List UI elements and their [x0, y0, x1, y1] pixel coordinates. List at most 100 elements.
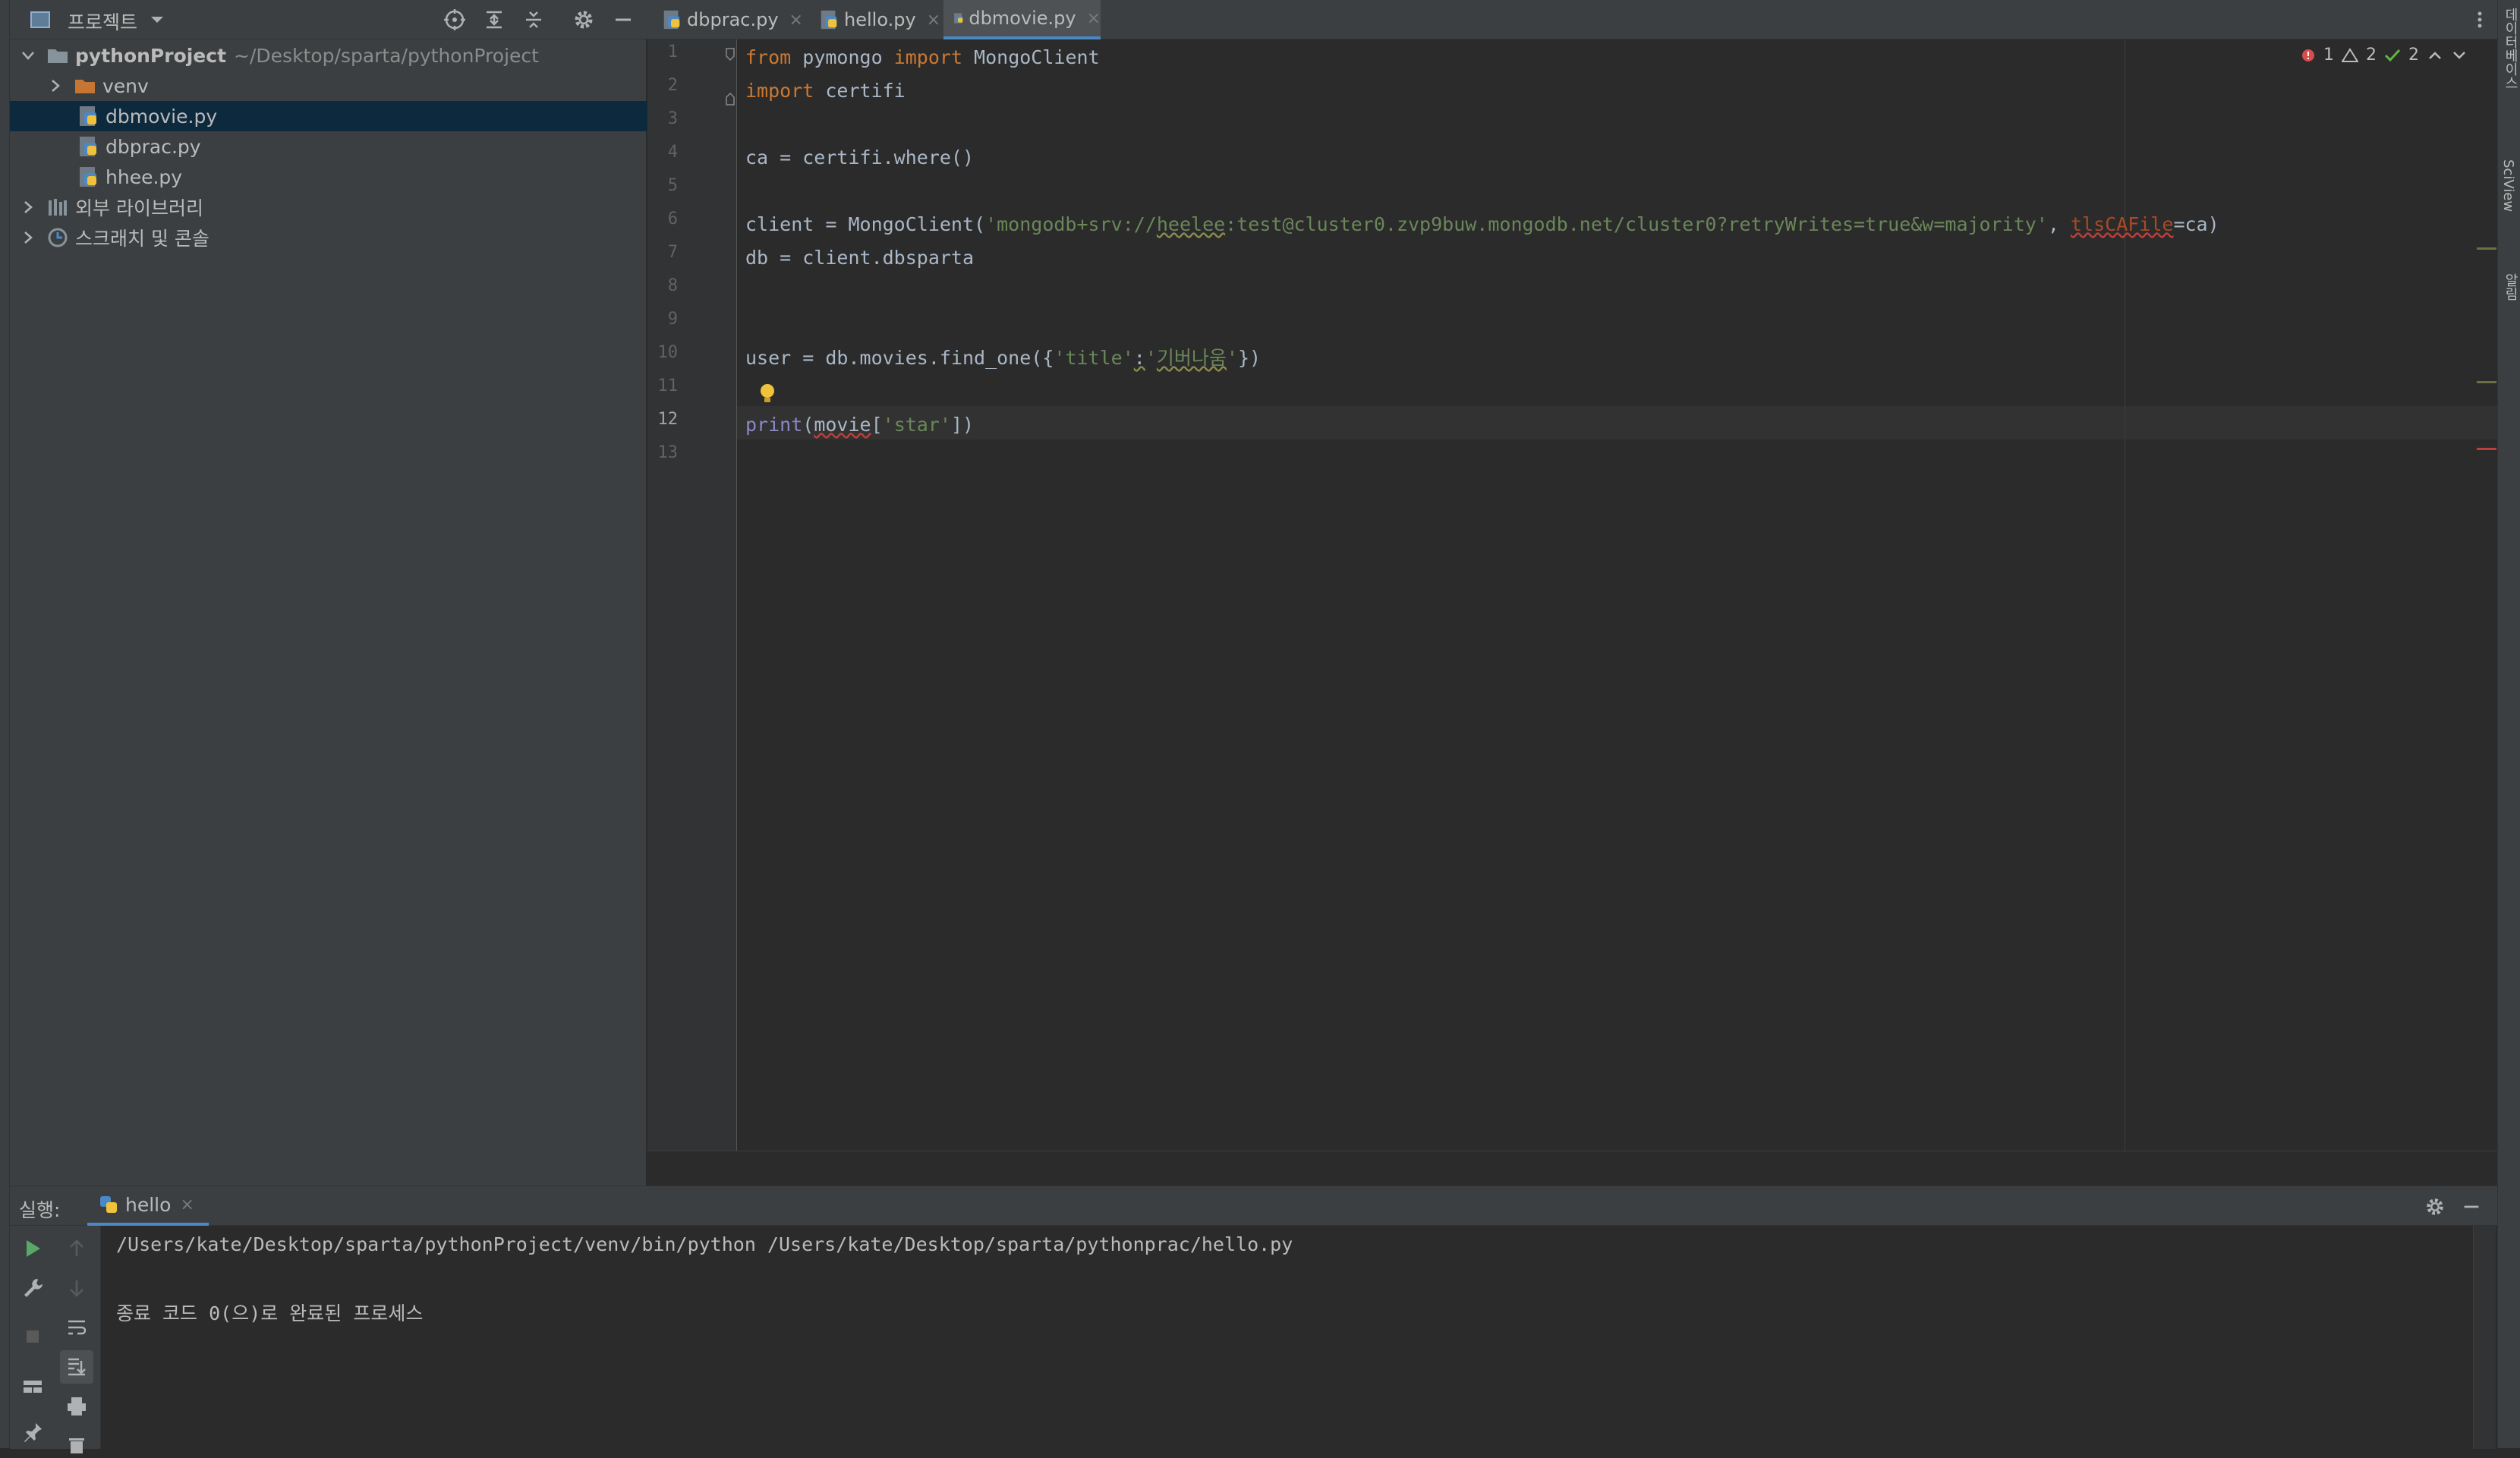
- sciview-tool-tab[interactable]: SciView: [2500, 159, 2516, 212]
- check-icon: [2384, 49, 2401, 61]
- chevron-down-icon[interactable]: [2451, 48, 2468, 63]
- wrench-icon[interactable]: [20, 1276, 45, 1300]
- console-scrollbar[interactable]: [2473, 1226, 2496, 1449]
- code-editor[interactable]: dbprac.py × hello.py × dbmovie.py × 1 2 …: [647, 0, 2497, 1186]
- tree-item-dbmovie[interactable]: dbmovie.py: [10, 101, 714, 131]
- close-icon[interactable]: ×: [789, 11, 803, 30]
- code-text: (: [802, 414, 814, 436]
- warning-icon: [2342, 47, 2358, 62]
- project-panel-title[interactable]: 프로젝트: [68, 8, 137, 35]
- minimize-icon[interactable]: [2460, 1195, 2483, 1218]
- stop-icon[interactable]: [20, 1324, 45, 1349]
- inspection-widget[interactable]: 1 2 2: [2301, 46, 2468, 65]
- tab-dbprac[interactable]: dbprac.py ×: [661, 0, 805, 39]
- close-icon[interactable]: ×: [1087, 9, 1101, 28]
- tab-hello[interactable]: hello.py ×: [818, 0, 947, 39]
- code-line[interactable]: ca = certifi.where(): [745, 141, 974, 175]
- string-literal: heelee: [1156, 213, 1226, 235]
- folder-icon: [48, 49, 68, 63]
- tab-label: dbmovie.py: [969, 8, 1076, 29]
- console-output-line: 종료 코드 0(으)로 완료된 프로세스: [116, 1302, 424, 1324]
- python-file-icon: [80, 106, 96, 126]
- run-tab-hello[interactable]: hello ×: [87, 1186, 209, 1226]
- line-number: 8: [667, 276, 678, 295]
- tree-item-pythonproject[interactable]: pythonProject ~/Desktop/sparta/pythonPro…: [10, 40, 657, 71]
- line-number: 7: [667, 243, 678, 262]
- chevron-up-icon[interactable]: [2427, 48, 2443, 63]
- current-line-highlight: [737, 406, 2497, 439]
- line-number: 3: [667, 109, 678, 128]
- string-literal: 'star': [882, 414, 951, 436]
- close-icon[interactable]: ×: [927, 11, 940, 30]
- lightbulb-icon[interactable]: [758, 383, 777, 405]
- error-stripe-marker[interactable]: [2477, 448, 2496, 450]
- tree-item-label: hhee.py: [106, 165, 183, 188]
- left-tool-strip: [0, 0, 10, 1448]
- string-literal: 기버나움: [1156, 347, 1227, 369]
- code-line[interactable]: print(movie['star']): [745, 408, 974, 442]
- line-number: 5: [667, 176, 678, 195]
- code-line[interactable]: user = db.movies.find_one({'title':'기버나움…: [745, 342, 1261, 375]
- gear-icon[interactable]: [2424, 1195, 2446, 1218]
- line-number: 10: [657, 343, 679, 362]
- code-line[interactable]: from pymongo import MongoClient: [745, 41, 1100, 74]
- more-options-icon[interactable]: [2469, 9, 2490, 30]
- rerun-icon[interactable]: [20, 1236, 45, 1261]
- library-icon: [49, 199, 67, 216]
- editor-horizontal-scrollbar[interactable]: [647, 1151, 2497, 1186]
- pin-icon[interactable]: [20, 1420, 45, 1444]
- undefined-variable: movie: [814, 414, 871, 436]
- parameter-name: tlsCAFile: [2070, 213, 2174, 235]
- arrow-up-icon[interactable]: [65, 1236, 89, 1261]
- code-line[interactable]: client = MongoClient('mongodb+srv://heel…: [745, 208, 2219, 241]
- warning-stripe-marker[interactable]: [2477, 247, 2496, 250]
- code-text: ]): [950, 414, 975, 436]
- tab-dbmovie[interactable]: dbmovie.py ×: [943, 0, 1101, 39]
- tree-item-dbprac[interactable]: dbprac.py: [10, 131, 714, 162]
- database-tool-tab[interactable]: 데이터베이스: [2500, 8, 2520, 90]
- scroll-to-end-toggle[interactable]: [60, 1350, 93, 1384]
- chevron-down-icon[interactable]: [148, 11, 166, 29]
- tree-item-label: 스크래치 및 콘솔: [75, 228, 209, 250]
- string-literal: ': [1145, 347, 1157, 369]
- close-icon[interactable]: ×: [180, 1195, 194, 1214]
- tab-label: dbprac.py: [687, 9, 779, 30]
- tree-item-hhee[interactable]: hhee.py: [10, 162, 714, 192]
- line-number: 11: [657, 376, 679, 395]
- chevron-right-icon[interactable]: [19, 198, 37, 216]
- project-view-icon: [30, 11, 50, 28]
- tree-item-external-libraries[interactable]: 외부 라이브러리: [10, 192, 657, 222]
- expand-all-icon[interactable]: [482, 8, 506, 32]
- locate-icon[interactable]: [443, 8, 467, 32]
- chevron-right-icon[interactable]: [19, 228, 37, 247]
- print-icon[interactable]: [65, 1394, 89, 1419]
- tree-item-venv[interactable]: venv: [10, 71, 684, 101]
- tree-item-label: pythonProject: [75, 44, 227, 67]
- code-line[interactable]: db = client.dbsparta: [745, 241, 974, 275]
- layout-icon[interactable]: [20, 1375, 45, 1399]
- console-output-line: /Users/kate/Desktop/sparta/pythonProject…: [116, 1233, 1293, 1255]
- minimize-icon[interactable]: [611, 8, 635, 32]
- collapse-all-icon[interactable]: [521, 8, 546, 32]
- tree-item-scratches[interactable]: 스크래치 및 콘솔: [10, 222, 657, 253]
- tree-item-label: venv: [102, 74, 149, 97]
- code-text: certifi: [814, 80, 906, 102]
- warning-stripe-marker[interactable]: [2477, 381, 2496, 383]
- line-number: 6: [667, 209, 678, 228]
- code-text: pymongo: [791, 46, 894, 68]
- trash-icon[interactable]: [65, 1434, 89, 1458]
- arrow-down-icon[interactable]: [65, 1276, 89, 1300]
- code-text: }): [1237, 347, 1262, 369]
- fold-marker-icon[interactable]: [725, 47, 736, 106]
- chevron-down-icon[interactable]: [19, 46, 37, 65]
- soft-wrap-icon[interactable]: [65, 1315, 89, 1340]
- keyword: import: [893, 46, 962, 68]
- run-toolbar: [10, 1226, 101, 1453]
- code-text: ,: [2047, 213, 2071, 235]
- editor-tab-bar: dbprac.py × hello.py × dbmovie.py ×: [647, 0, 2497, 39]
- gear-icon[interactable]: [572, 8, 596, 32]
- project-panel-header: 프로젝트: [10, 0, 647, 39]
- chevron-right-icon[interactable]: [46, 77, 65, 95]
- notifications-tool-tab[interactable]: 알림: [2500, 273, 2520, 301]
- code-line[interactable]: import certifi: [745, 74, 906, 108]
